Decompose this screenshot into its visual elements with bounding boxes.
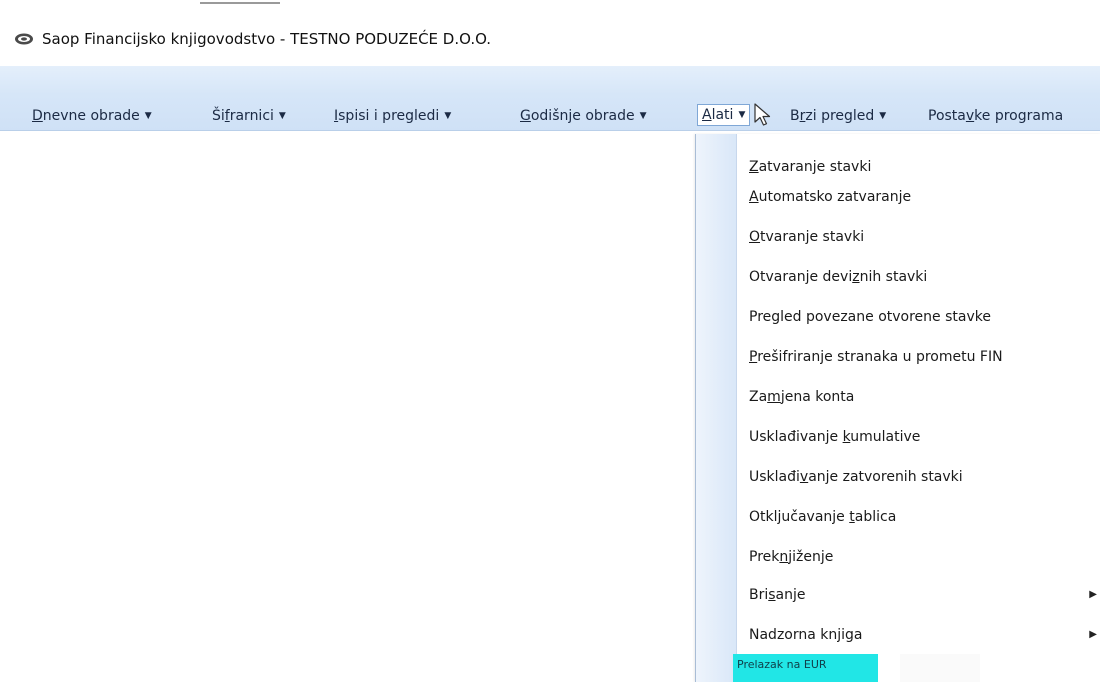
- item-text: jena konta: [780, 389, 855, 405]
- item-accelerator: m: [767, 389, 781, 405]
- caret-down-icon: ▼: [278, 111, 286, 121]
- item-text: ablica: [854, 509, 897, 525]
- menu-item-presifriranje-stranaka[interactable]: Prešifriranje stranaka u prometu FIN: [749, 346, 1003, 368]
- prelazak-na-eur-label: Prelazak na EUR: [737, 658, 827, 671]
- menu-accelerator: G: [520, 108, 531, 124]
- menu-postavke-programa[interactable]: Postavke programa: [928, 106, 1063, 126]
- item-text: Pregled povezane otvorene stavke: [749, 309, 991, 325]
- item-accelerator: O: [749, 229, 761, 245]
- caret-down-icon: ▼: [738, 110, 746, 120]
- menu-bar: Dnevne obrade ▼ Šifrarnici ▼ Ispisi i preg…: [0, 66, 1100, 131]
- item-text: utomatsko zatvaranje: [758, 189, 912, 205]
- caret-down-icon: ▼: [639, 111, 647, 121]
- item-text: Usklađi: [749, 469, 800, 485]
- menu-accelerator: D: [32, 108, 43, 124]
- alati-dropdown-menu: Zatvaranje stavki Automatsko zatvaranje …: [695, 134, 1100, 682]
- menu-label: Posta: [928, 108, 966, 124]
- submenu-arrow-icon: ▶: [1089, 629, 1097, 640]
- item-accelerator: z: [852, 269, 860, 285]
- menu-brzi-pregled[interactable]: Brzi pregled ▼: [790, 106, 886, 126]
- item-text: Otvaranje devi: [749, 269, 853, 285]
- menu-label: nevne obrade: [42, 108, 140, 124]
- item-text: nih stavki: [859, 269, 928, 285]
- caret-down-icon: ▼: [144, 111, 152, 121]
- item-text: anje zatvorenih stavki: [808, 469, 963, 485]
- menu-label: zi pregled: [805, 108, 875, 124]
- item-accelerator: v: [799, 469, 809, 485]
- item-text: Za: [749, 389, 768, 405]
- menu-item-preknjizenje[interactable]: Preknjiženje: [749, 546, 833, 568]
- window-title: Saop Financijsko knjigovodstvo - TESTNO …: [42, 30, 492, 48]
- menu-label: Ši: [212, 108, 225, 124]
- item-accelerator: n: [779, 549, 789, 565]
- menu-item-uskladivanje-zatvorenih-stavki[interactable]: Usklađivanje zatvorenih stavki: [749, 466, 963, 488]
- menu-item-automatsko-zatvaranje[interactable]: Automatsko zatvaranje: [749, 186, 911, 208]
- item-text: Prek: [749, 549, 780, 565]
- item-text: tvaranje stavki: [760, 229, 865, 245]
- menu-accelerator: A: [702, 107, 712, 123]
- menu-item-uskladivanje-kumulative[interactable]: Usklađivanje kumulative: [749, 426, 920, 448]
- menu-label: lati: [711, 107, 734, 123]
- menu-label: spisi i pregledi: [338, 108, 440, 124]
- item-text: Otključavanje: [749, 509, 850, 525]
- submenu-arrow-icon: ▶: [1089, 589, 1097, 600]
- menu-dnevne-obrade[interactable]: Dnevne obrade ▼: [32, 106, 152, 126]
- item-text: anje: [775, 587, 806, 603]
- item-text: jiženje: [788, 549, 834, 565]
- item-text: Bri: [749, 587, 769, 603]
- caret-down-icon: ▼: [444, 111, 452, 121]
- menu-item-otkljucavanje-tablica[interactable]: Otključavanje tablica: [749, 506, 896, 528]
- caret-down-icon: ▼: [879, 111, 887, 121]
- menu-accelerator: v: [965, 108, 975, 124]
- item-accelerator: A: [749, 189, 759, 205]
- item-accelerator: s: [768, 587, 776, 603]
- item-text: Nadzorna knjiga: [749, 627, 863, 643]
- menu-alati[interactable]: Alati ▼: [697, 104, 751, 126]
- title-tab-indicator: [200, 2, 280, 4]
- item-text: atvaranje stavki: [758, 159, 872, 175]
- menu-item-nadzorna-knjiga[interactable]: Nadzorna knjiga ▶: [749, 624, 1099, 646]
- menu-ispisi-i-pregledi[interactable]: Ispisi i pregledi ▼: [334, 106, 451, 126]
- item-text: umulative: [850, 429, 921, 445]
- menu-item-otvaranje-stavki[interactable]: Otvaranje stavki: [749, 226, 864, 248]
- menu-item-zatvaranje-stavki[interactable]: Zatvaranje stavki: [749, 156, 871, 178]
- item-accelerator: Z: [749, 159, 759, 175]
- mouse-pointer-icon: [754, 103, 771, 126]
- item-text: rešifriranje stranaka u prometu FIN: [757, 349, 1003, 365]
- menu-godisnje-obrade[interactable]: Godišnje obrade ▼: [520, 106, 647, 126]
- menu-item-pregled-povezane-otvorene-stavke[interactable]: Pregled povezane otvorene stavke: [749, 306, 991, 328]
- menu-label: odišnje obrade: [530, 108, 635, 124]
- menu-item-zamjena-konta[interactable]: Zamjena konta: [749, 386, 854, 408]
- obscured-area: [900, 654, 980, 682]
- menu-label: B: [790, 108, 800, 124]
- menu-sifrarnici[interactable]: Šifrarnici ▼: [212, 106, 286, 126]
- item-accelerator: P: [749, 349, 758, 365]
- app-logo-icon: [15, 33, 33, 45]
- menu-label: rarnici: [229, 108, 274, 124]
- title-bar: Saop Financijsko knjigovodstvo - TESTNO …: [0, 12, 1100, 66]
- window-top-edge: [0, 0, 1100, 12]
- menu-label: ke programa: [974, 108, 1064, 124]
- item-text: Usklađivanje: [749, 429, 843, 445]
- menu-item-otvaranje-deviznih-stavki[interactable]: Otvaranje deviznih stavki: [749, 266, 927, 288]
- menu-icon-gutter: [696, 134, 737, 682]
- menu-item-brisanje[interactable]: Brisanje ▶: [749, 584, 1099, 606]
